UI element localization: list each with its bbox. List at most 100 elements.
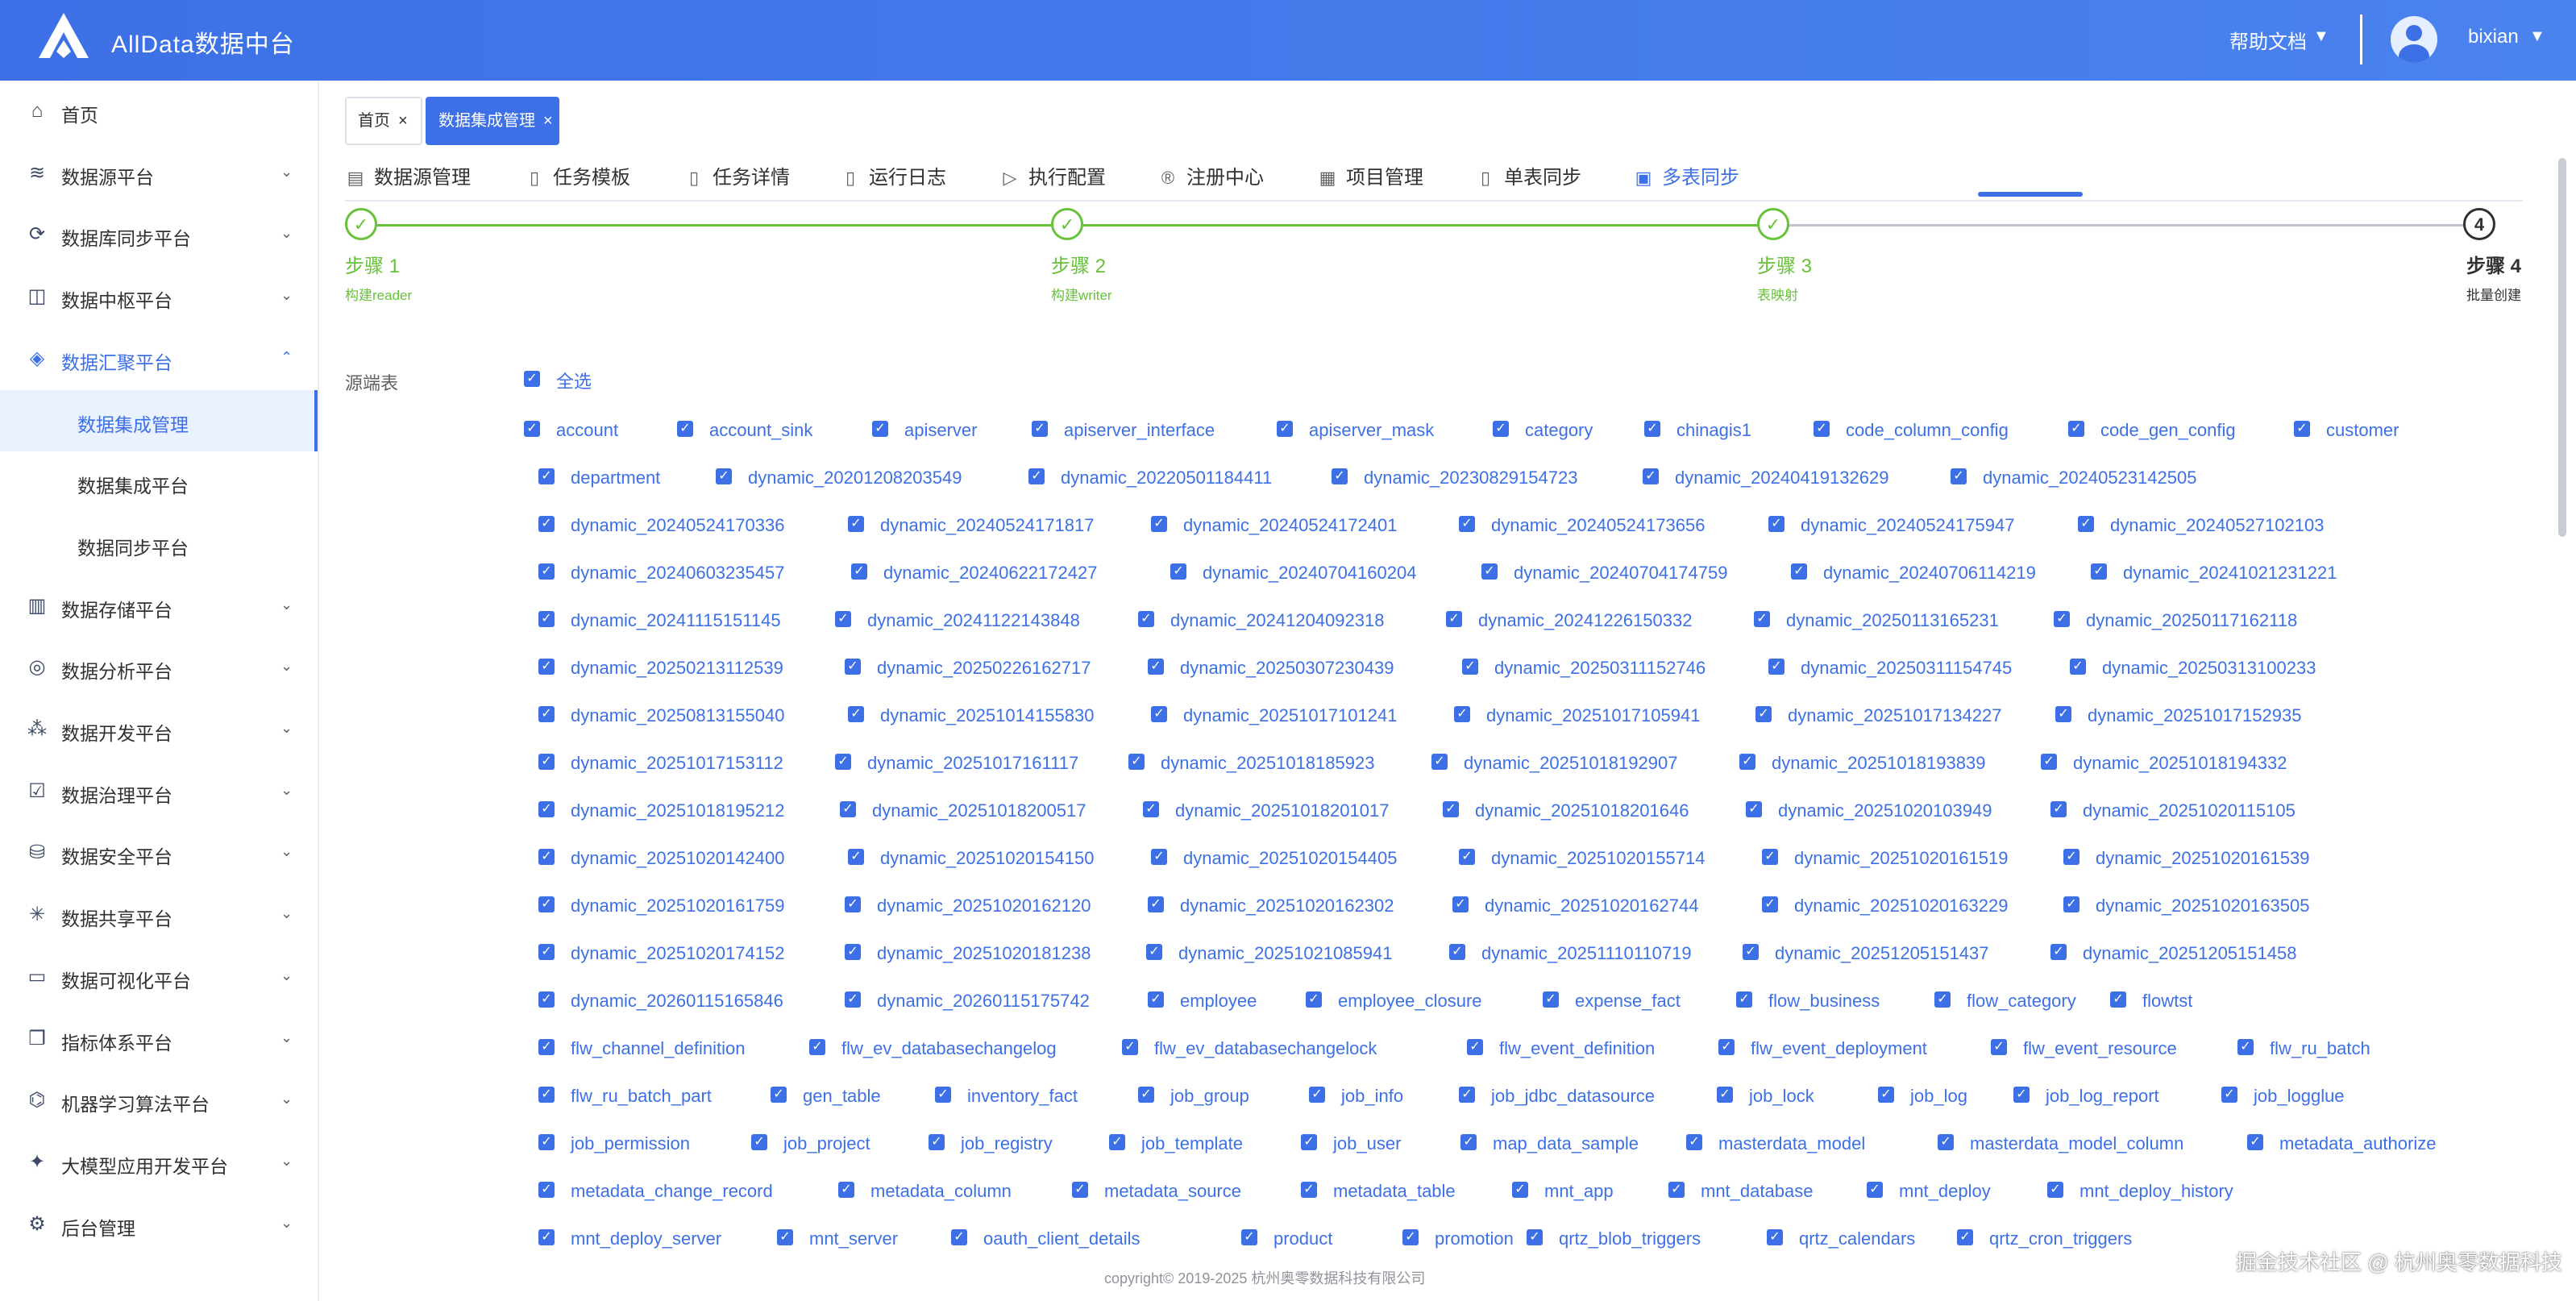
table-checkbox[interactable]: ✓ dynamic_20250813155040 xyxy=(538,705,784,737)
table-checkbox[interactable]: ✓ job_log_report xyxy=(2013,1085,2159,1117)
table-checkbox[interactable]: ✓ dynamic_20250113165231 xyxy=(1754,609,1999,642)
table-checkbox[interactable]: ✓ product xyxy=(1241,1228,1332,1253)
table-checkbox[interactable]: ✓ dynamic_20251020161759 xyxy=(538,895,784,927)
table-checkbox[interactable]: ✓ metadata_change_record xyxy=(538,1180,773,1212)
table-checkbox[interactable]: ✓ dynamic_20251020155714 xyxy=(1459,847,1705,879)
table-checkbox[interactable]: ✓ dynamic_20220501184411 xyxy=(1028,467,1272,499)
table-checkbox[interactable]: ✓ dynamic_20240524171817 xyxy=(848,514,1094,547)
sidebar-item-2[interactable]: ⟳ 数据库同步平台 ⌄ xyxy=(0,204,318,265)
sidebar-item-13[interactable]: ✳ 数据共享平台 ⌄ xyxy=(0,884,318,946)
sidebar-item-12[interactable]: ⛁ 数据安全平台 ⌄ xyxy=(0,822,318,883)
tab-3[interactable]: ▯ 运行日志 xyxy=(840,161,946,197)
tab-6[interactable]: ▦ 项目管理 xyxy=(1317,161,1423,197)
sidebar-item-6[interactable]: 数据集成平台 xyxy=(0,451,318,513)
table-checkbox[interactable]: ✓ qrtz_blob_triggers xyxy=(1527,1228,1701,1253)
table-checkbox[interactable]: ✓ dynamic_20251205151458 xyxy=(2050,942,2296,975)
table-checkbox[interactable]: ✓ dynamic_20230829154723 xyxy=(1332,467,1577,499)
tab-2[interactable]: ▯ 任务详情 xyxy=(683,161,790,197)
sidebar-item-4[interactable]: ◈ 数据汇聚平台 ⌃ xyxy=(0,328,318,389)
sidebar-item-7[interactable]: 数据同步平台 xyxy=(0,513,318,575)
table-checkbox[interactable]: ✓ dynamic_20251020163505 xyxy=(2063,895,2309,927)
table-checkbox[interactable]: ✓ dynamic_20251017101241 xyxy=(1151,705,1397,737)
table-checkbox[interactable]: ✓ metadata_source xyxy=(1072,1180,1241,1212)
table-checkbox[interactable]: ✓ job_lock xyxy=(1717,1085,1814,1117)
sidebar-item-17[interactable]: ✦ 大模型应用开发平台 ⌄ xyxy=(0,1132,318,1193)
table-checkbox[interactable]: ✓ dynamic_20251018193839 xyxy=(1739,752,1985,784)
table-checkbox[interactable]: ✓ dynamic_20251020142400 xyxy=(538,847,784,879)
table-checkbox[interactable]: ✓ promotion xyxy=(1402,1228,1514,1253)
table-checkbox[interactable]: ✓ chinagis1 xyxy=(1644,419,1751,451)
table-checkbox[interactable]: ✓ department xyxy=(538,467,660,499)
close-icon[interactable]: × xyxy=(398,112,408,130)
table-checkbox[interactable]: ✓ job_log xyxy=(1878,1085,1967,1117)
table-checkbox[interactable]: ✓ dynamic_20251205151437 xyxy=(1743,942,1988,975)
table-checkbox[interactable]: ✓ dynamic_20240622172427 xyxy=(851,562,1097,594)
table-checkbox[interactable]: ✓ metadata_column xyxy=(838,1180,1012,1212)
table-checkbox[interactable]: ✓ dynamic_20240527102103 xyxy=(2078,514,2324,547)
sidebar-item-14[interactable]: ▭ 数据可视化平台 ⌄ xyxy=(0,946,318,1008)
table-checkbox[interactable]: ✓ apiserver_mask xyxy=(1277,419,1434,451)
table-checkbox[interactable]: ✓ dynamic_20240419132629 xyxy=(1643,467,1888,499)
table-checkbox[interactable]: ✓ qrtz_cron_triggers xyxy=(1957,1228,2132,1253)
table-checkbox[interactable]: ✓ dynamic_20251020162302 xyxy=(1148,895,1394,927)
table-checkbox[interactable]: ✓ dynamic_20251020163229 xyxy=(1762,895,2008,927)
table-checkbox[interactable]: ✓ oauth_client_details xyxy=(951,1228,1140,1253)
table-checkbox[interactable]: ✓ mnt_deploy_history xyxy=(2047,1180,2233,1212)
table-checkbox[interactable]: ✓ job_registry xyxy=(929,1133,1053,1165)
table-checkbox[interactable]: ✓ dynamic_20251020174152 xyxy=(538,942,784,975)
table-checkbox[interactable]: ✓ dynamic_20241122143848 xyxy=(835,609,1080,642)
tag-home[interactable]: 首页 × xyxy=(345,97,422,145)
table-checkbox[interactable]: ✓ flowtst xyxy=(2110,990,2192,1022)
table-checkbox[interactable]: ✓ dynamic_20251020154150 xyxy=(848,847,1094,879)
sidebar-item-18[interactable]: ⚙ 后台管理 ⌄ xyxy=(0,1194,318,1255)
table-checkbox[interactable]: ✓ dynamic_20251017153112 xyxy=(538,752,783,784)
table-checkbox[interactable]: ✓ dynamic_20240523142505 xyxy=(1951,467,2196,499)
table-checkbox[interactable]: ✓ dynamic_20240524172401 xyxy=(1151,514,1397,547)
table-checkbox[interactable]: ✓ dynamic_20240524170336 xyxy=(538,514,784,547)
table-checkbox[interactable]: ✓ job_jdbc_datasource xyxy=(1459,1085,1655,1117)
table-checkbox[interactable]: ✓ dynamic_20251017105941 xyxy=(1454,705,1700,737)
table-checkbox[interactable]: ✓ job_template xyxy=(1109,1133,1243,1165)
help-dropdown-caret-icon[interactable]: ▼ xyxy=(2313,27,2329,46)
sidebar-item-8[interactable]: ▥ 数据存储平台 ⌄ xyxy=(0,576,318,637)
table-checkbox[interactable]: ✓ dynamic_20251020161519 xyxy=(1762,847,2008,879)
table-checkbox[interactable]: ✓ mnt_deploy_server xyxy=(538,1228,721,1253)
table-checkbox[interactable]: ✓ dynamic_20201208203549 xyxy=(716,467,962,499)
table-checkbox[interactable]: ✓ dynamic_20250313100233 xyxy=(2070,657,2316,689)
table-checkbox[interactable]: ✓ flw_ru_batch_part xyxy=(538,1085,712,1117)
table-checkbox[interactable]: ✓ dynamic_20251017152935 xyxy=(2055,705,2301,737)
table-checkbox[interactable]: ✓ dynamic_20251018201646 xyxy=(1443,800,1689,832)
table-checkbox[interactable]: ✓ job_permission xyxy=(538,1133,690,1165)
table-checkbox[interactable]: ✓ dynamic_20251020154405 xyxy=(1151,847,1397,879)
tab-7[interactable]: ▯ 单表同步 xyxy=(1475,161,1581,197)
table-checkbox[interactable]: ✓ mnt_app xyxy=(1512,1180,1614,1212)
table-checkbox[interactable]: ✓ dynamic_20251018192907 xyxy=(1431,752,1677,784)
table-checkbox[interactable]: ✓ employee xyxy=(1148,990,1257,1022)
tab-4[interactable]: ▷ 执行配置 xyxy=(999,161,1106,197)
sidebar-item-15[interactable]: ❒ 指标体系平台 ⌄ xyxy=(0,1008,318,1070)
table-checkbox[interactable]: ✓ metadata_authorize xyxy=(2247,1133,2436,1165)
table-checkbox[interactable]: ✓ mnt_deploy xyxy=(1867,1180,1991,1212)
table-checkbox[interactable]: ✓ dynamic_20250117162118 xyxy=(2054,609,2297,642)
close-icon[interactable]: × xyxy=(543,112,553,130)
table-checkbox[interactable]: ✓ apiserver xyxy=(872,419,977,451)
table-checkbox[interactable]: ✓ gen_table xyxy=(771,1085,881,1117)
table-checkbox[interactable]: ✓ flw_ev_databasechangelog xyxy=(809,1037,1057,1070)
app-logo-icon[interactable] xyxy=(35,10,92,61)
table-checkbox[interactable]: ✓ apiserver_interface xyxy=(1032,419,1215,451)
sidebar-item-5[interactable]: 数据集成管理 xyxy=(0,389,318,451)
table-checkbox[interactable]: ✓ dynamic_20251018194332 xyxy=(2041,752,2287,784)
table-checkbox[interactable]: ✓ dynamic_20251020181238 xyxy=(845,942,1091,975)
help-docs-link[interactable]: 帮助文档 xyxy=(2229,26,2307,54)
table-checkbox[interactable]: ✓ dynamic_20250226162717 xyxy=(845,657,1091,689)
table-checkbox[interactable]: ✓ flw_ev_databasechangelock xyxy=(1122,1037,1377,1070)
table-checkbox[interactable]: ✓ dynamic_20251020115105 xyxy=(2050,800,2296,832)
sidebar-item-9[interactable]: ◎ 数据分析平台 ⌄ xyxy=(0,637,318,698)
tab-1[interactable]: ▯ 任务模板 xyxy=(524,161,630,197)
sidebar-item-1[interactable]: ≋ 数据源平台 ⌄ xyxy=(0,143,318,204)
table-checkbox[interactable]: ✓ job_info xyxy=(1309,1085,1403,1117)
table-checkbox[interactable]: ✓ dynamic_20250311152746 xyxy=(1462,657,1706,689)
table-checkbox[interactable]: ✓ mnt_database xyxy=(1668,1180,1813,1212)
table-checkbox[interactable]: ✓ mnt_server xyxy=(777,1228,898,1253)
sidebar-item-0[interactable]: ⌂ 首页 xyxy=(0,81,318,142)
